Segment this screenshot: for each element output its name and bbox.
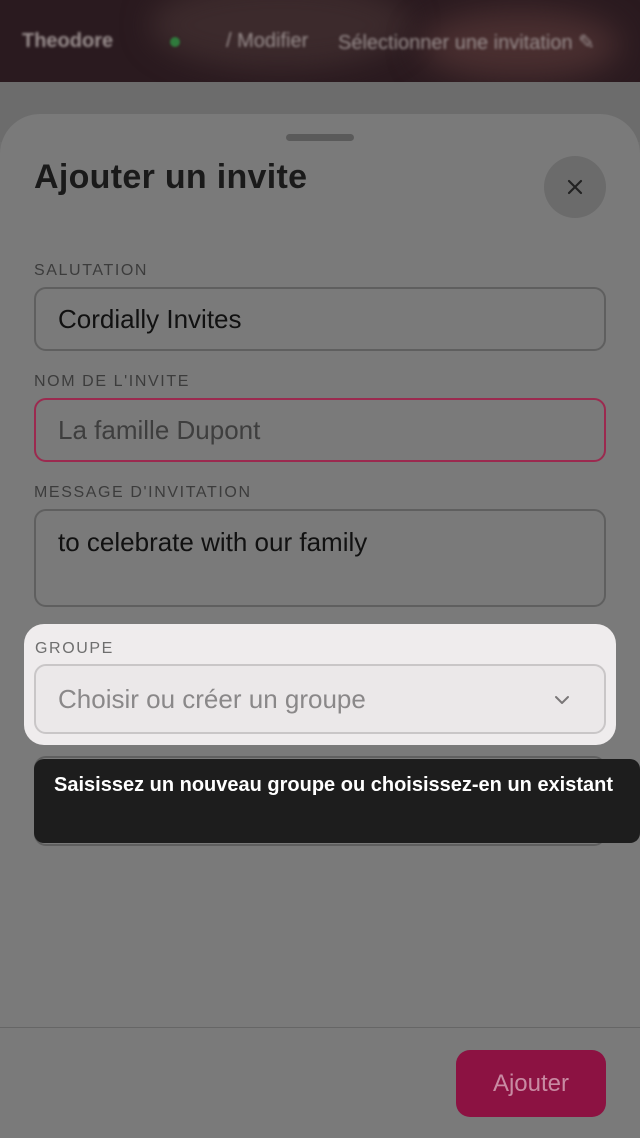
message-value: to celebrate with our family xyxy=(58,527,368,557)
app-bar-name: Theodore xyxy=(22,30,114,52)
group-placeholder: Choisir ou créer un groupe xyxy=(58,683,366,714)
message-label: MESSAGE D'INVITATION xyxy=(34,484,252,501)
background-app-bar: Theodore / Modifier Sélectionner une inv… xyxy=(0,0,640,82)
group-tooltip: Saisissez un nouveau groupe ou choisisse… xyxy=(34,759,640,843)
salutation-value: Cordially Invites xyxy=(58,303,242,334)
footer-divider xyxy=(0,1027,640,1028)
group-field-spotlight: GROUPE Choisir ou créer un groupe xyxy=(24,624,616,745)
salutation-label: SALUTATION xyxy=(34,262,149,279)
app-bar-action: / Modifier xyxy=(226,30,309,52)
group-select[interactable]: Choisir ou créer un groupe xyxy=(34,664,606,734)
close-button[interactable] xyxy=(544,156,606,218)
status-dot xyxy=(170,37,180,47)
message-textarea[interactable]: to celebrate with our family xyxy=(34,509,606,607)
sheet-title: Ajouter un invite xyxy=(34,158,308,196)
group-label: GROUPE xyxy=(35,640,114,657)
add-button[interactable]: Ajouter xyxy=(456,1050,606,1117)
guest-name-field[interactable]: La famille Dupont xyxy=(34,398,606,462)
guest-name-placeholder: La famille Dupont xyxy=(58,414,261,445)
guest-name-label: NOM DE L'INVITE xyxy=(34,373,190,390)
salutation-field[interactable]: Cordially Invites xyxy=(34,287,606,351)
close-icon xyxy=(567,179,583,195)
app-bar-link: Sélectionner une invitation ✎ xyxy=(338,32,595,54)
chevron-down-icon xyxy=(555,696,569,704)
sheet-grabber[interactable] xyxy=(286,134,354,141)
